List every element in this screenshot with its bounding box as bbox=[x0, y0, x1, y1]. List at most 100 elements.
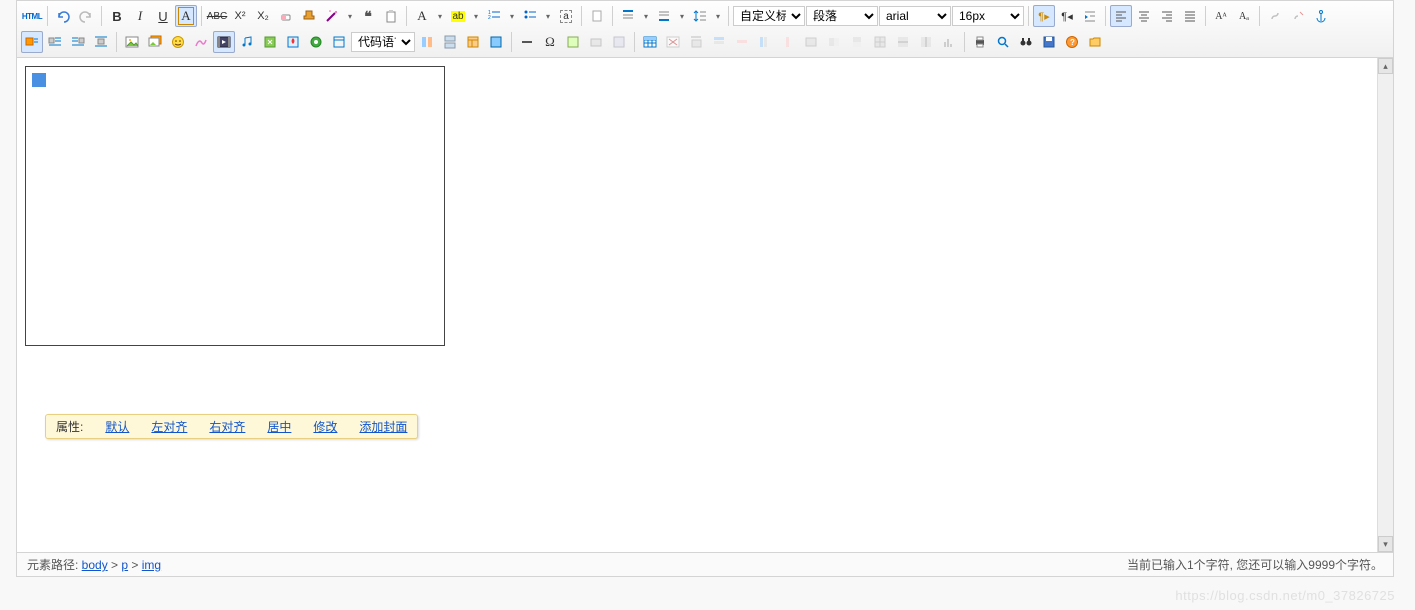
justify-left-button[interactable] bbox=[1110, 5, 1132, 27]
date-button[interactable]: Ω bbox=[539, 31, 561, 53]
backcolor-button[interactable]: ab bbox=[447, 5, 469, 27]
webapp-button[interactable] bbox=[416, 31, 438, 53]
insertframe-button[interactable] bbox=[328, 31, 350, 53]
template-button[interactable] bbox=[462, 31, 484, 53]
dir-ltr-button[interactable]: ¶▸ bbox=[1033, 5, 1055, 27]
pagebreak-button[interactable] bbox=[439, 31, 461, 53]
path-body[interactable]: body bbox=[82, 558, 108, 572]
customstyle-select[interactable]: 自定义标题 bbox=[733, 6, 805, 26]
content-area[interactable]: 属性: 默认 左对齐 右对齐 居中 修改 添加封面 ▴ ▾ bbox=[17, 58, 1393, 552]
drafts-button[interactable] bbox=[1038, 31, 1060, 53]
underline-button[interactable]: U bbox=[152, 5, 174, 27]
autotypeset-button[interactable] bbox=[321, 5, 343, 27]
splittocells-button[interactable] bbox=[869, 31, 891, 53]
gmap-button[interactable] bbox=[305, 31, 327, 53]
insertvideo-button[interactable] bbox=[213, 31, 235, 53]
print-button[interactable] bbox=[586, 5, 608, 27]
music-button[interactable] bbox=[236, 31, 258, 53]
insertimage-button[interactable] bbox=[144, 31, 166, 53]
path-img[interactable]: img bbox=[142, 558, 161, 572]
horizontal-button[interactable] bbox=[516, 31, 538, 53]
insertrow-button[interactable] bbox=[708, 31, 730, 53]
rowspacingtop-button[interactable] bbox=[617, 5, 639, 27]
imageright-button[interactable] bbox=[67, 31, 89, 53]
deleterow-button[interactable] bbox=[731, 31, 753, 53]
pasteplain-button[interactable] bbox=[380, 5, 402, 27]
scroll-down-button[interactable]: ▾ bbox=[1378, 536, 1393, 552]
rowtop-dropdown[interactable]: ▾ bbox=[640, 5, 652, 27]
rowbot-dropdown[interactable]: ▾ bbox=[676, 5, 688, 27]
emotion-button[interactable] bbox=[167, 31, 189, 53]
background-button[interactable] bbox=[485, 31, 507, 53]
forecolor-dropdown[interactable]: ▾ bbox=[434, 5, 446, 27]
italic-button[interactable]: I bbox=[129, 5, 151, 27]
imagenone-button[interactable] bbox=[21, 31, 43, 53]
snapscreen-button[interactable] bbox=[585, 31, 607, 53]
forecolor-button[interactable]: A bbox=[411, 5, 433, 27]
splittorows-button[interactable] bbox=[892, 31, 914, 53]
lineheight-dropdown[interactable]: ▾ bbox=[712, 5, 724, 27]
backcolor-dropdown[interactable]: ▾ bbox=[470, 5, 482, 27]
insertcode-select[interactable]: 代码语言 bbox=[351, 32, 415, 52]
attr-modify-link[interactable]: 修改 bbox=[313, 418, 337, 435]
removeformat-button[interactable] bbox=[275, 5, 297, 27]
indent-button[interactable] bbox=[1079, 5, 1101, 27]
paragraph-select[interactable]: 段落 bbox=[806, 6, 878, 26]
deletetable-button[interactable] bbox=[662, 31, 684, 53]
inserted-image-frame[interactable] bbox=[25, 66, 445, 346]
mergedown-button[interactable] bbox=[846, 31, 868, 53]
anchor-button[interactable] bbox=[1310, 5, 1332, 27]
insertcol-button[interactable] bbox=[754, 31, 776, 53]
fontborder-button[interactable]: A bbox=[175, 5, 197, 27]
selectall-button[interactable]: a bbox=[555, 5, 577, 27]
subscript-button[interactable]: X₂ bbox=[252, 5, 274, 27]
strikethrough-button[interactable]: ABC bbox=[206, 5, 228, 27]
fontfamily-select[interactable]: arial bbox=[879, 6, 951, 26]
attr-addcover-link[interactable]: 添加封面 bbox=[359, 418, 407, 435]
attr-right-link[interactable]: 右对齐 bbox=[209, 418, 245, 435]
unordered-list-button[interactable] bbox=[519, 5, 541, 27]
justify-center-button[interactable] bbox=[1133, 5, 1155, 27]
help-button[interactable]: ? bbox=[1061, 31, 1083, 53]
searchreplace-button[interactable] bbox=[1015, 31, 1037, 53]
mergeright-button[interactable] bbox=[823, 31, 845, 53]
vertical-scrollbar[interactable]: ▴ ▾ bbox=[1377, 58, 1393, 552]
simpleupload-button[interactable] bbox=[121, 31, 143, 53]
blockquote-button[interactable]: ❝ bbox=[357, 5, 379, 27]
redo-button[interactable] bbox=[75, 5, 97, 27]
justify-right-button[interactable] bbox=[1156, 5, 1178, 27]
bold-button[interactable]: B bbox=[106, 5, 128, 27]
charts-button[interactable] bbox=[938, 31, 960, 53]
source-button[interactable]: HTML bbox=[21, 5, 43, 27]
imageleft-button[interactable] bbox=[44, 31, 66, 53]
wordimage-button[interactable] bbox=[608, 31, 630, 53]
undo-button[interactable] bbox=[52, 5, 74, 27]
splittocols-button[interactable] bbox=[915, 31, 937, 53]
scrawl-button[interactable] bbox=[190, 31, 212, 53]
touppercase-button[interactable]: Aᴬ bbox=[1210, 5, 1232, 27]
link-button[interactable] bbox=[1264, 5, 1286, 27]
attr-default-link[interactable]: 默认 bbox=[105, 418, 129, 435]
dir-rtl-button[interactable]: ¶◂ bbox=[1056, 5, 1078, 27]
autotypeset-dropdown[interactable]: ▾ bbox=[344, 5, 356, 27]
tolowercase-button[interactable]: Aₐ bbox=[1233, 5, 1255, 27]
justify-full-button[interactable] bbox=[1179, 5, 1201, 27]
ul-dropdown[interactable]: ▾ bbox=[542, 5, 554, 27]
spechars-button[interactable] bbox=[562, 31, 584, 53]
preview-button[interactable] bbox=[992, 31, 1014, 53]
unlink-button[interactable] bbox=[1287, 5, 1309, 27]
insertparagraphbeforetable-button[interactable] bbox=[685, 31, 707, 53]
attr-center-link[interactable]: 居中 bbox=[267, 418, 291, 435]
rowspacingbottom-button[interactable] bbox=[653, 5, 675, 27]
fontsize-select[interactable]: 16px bbox=[952, 6, 1024, 26]
imagecenter-button[interactable] bbox=[90, 31, 112, 53]
scroll-up-button[interactable]: ▴ bbox=[1378, 58, 1393, 74]
path-p[interactable]: p bbox=[121, 558, 128, 572]
ordered-list-button[interactable]: 12 bbox=[483, 5, 505, 27]
attr-left-link[interactable]: 左对齐 bbox=[151, 418, 187, 435]
mergecells-button[interactable] bbox=[800, 31, 822, 53]
superscript-button[interactable]: X² bbox=[229, 5, 251, 27]
formatmatch-button[interactable] bbox=[298, 5, 320, 27]
attachment-button[interactable] bbox=[259, 31, 281, 53]
map-button[interactable] bbox=[282, 31, 304, 53]
